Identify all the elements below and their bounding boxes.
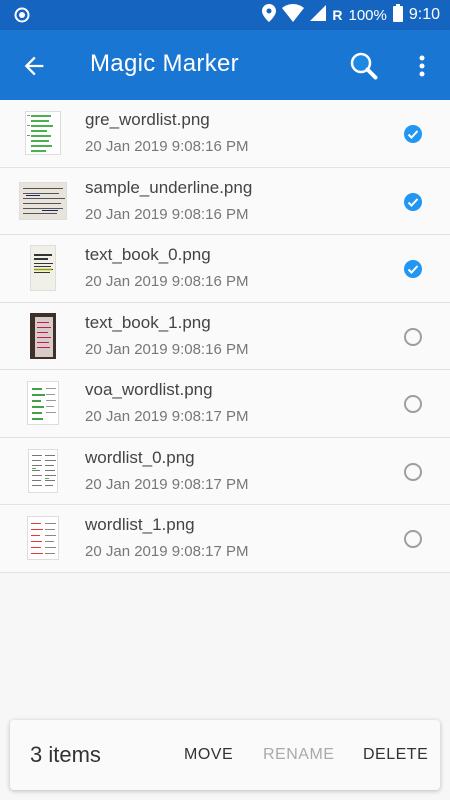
file-name: wordlist_0.png [85,447,195,467]
delete-button[interactable]: DELETE [363,746,428,764]
checked-icon[interactable] [403,124,423,144]
list-item[interactable]: wordlist_1.png 20 Jan 2019 9:08:17 PM [0,505,450,573]
thumbnail [18,109,68,157]
status-right: R 100% 9:10 [262,0,440,30]
thumbnail [18,244,68,292]
checked-icon[interactable] [403,259,423,279]
selected-count: 3 items [30,742,101,767]
file-date: 20 Jan 2019 9:08:16 PM [85,205,249,223]
clock: 9:10 [408,6,440,23]
list-item[interactable]: voa_wordlist.png 20 Jan 2019 9:08:17 PM [0,370,450,438]
move-button[interactable]: MOVE [184,746,233,764]
unchecked-icon[interactable] [403,529,423,549]
thumbnail [18,447,68,495]
list-item[interactable]: text_book_0.png 20 Jan 2019 9:08:16 PM [0,235,450,303]
file-date: 20 Jan 2019 9:08:16 PM [85,138,249,155]
status-bar: R 100% 9:10 [0,0,450,30]
file-name: text_book_0.png [85,245,211,264]
file-name: wordlist_1.png [85,515,195,534]
unchecked-icon[interactable] [403,327,423,347]
list-item[interactable]: gre_wordlist.png 20 Jan 2019 9:08:16 PM [0,100,450,168]
file-name: gre_wordlist.png [85,110,210,129]
location-icon [262,4,277,26]
list-item[interactable]: sample_underline.png 20 Jan 2019 9:08:16… [0,167,450,235]
file-name: text_book_1.png [85,312,211,332]
file-date: 20 Jan 2019 9:08:17 PM [85,475,249,493]
back-arrow-icon[interactable] [20,52,48,80]
battery-icon [392,4,403,26]
wifi-icon [282,4,305,26]
file-name: sample_underline.png [85,177,253,197]
app-bar: Magic Marker [0,30,450,100]
unchecked-icon[interactable] [403,462,423,482]
thumbnail [18,312,68,360]
search-icon[interactable] [348,50,380,82]
page-title: Magic Marker [90,50,239,77]
file-date: 20 Jan 2019 9:08:17 PM [85,408,249,425]
file-date: 20 Jan 2019 9:08:16 PM [85,273,249,290]
list-item[interactable]: text_book_1.png 20 Jan 2019 9:08:16 PM [0,302,450,370]
unchecked-icon[interactable] [403,394,423,414]
notification-dot-icon [14,7,30,28]
list-item[interactable]: wordlist_0.png 20 Jan 2019 9:08:17 PM [0,437,450,505]
thumbnail [18,514,68,562]
more-vertical-icon[interactable] [410,50,434,82]
thumbnail [18,379,68,427]
selection-action-bar: 3 items MOVE RENAME DELETE [10,720,440,790]
signal-icon [310,5,327,25]
checked-icon[interactable] [403,192,423,212]
file-date: 20 Jan 2019 9:08:17 PM [85,543,249,560]
file-date: 20 Jan 2019 9:08:16 PM [85,340,249,358]
battery-percent: 100% [348,6,387,24]
rename-button[interactable]: RENAME [263,746,334,764]
file-list: gre_wordlist.png 20 Jan 2019 9:08:16 PM … [0,100,450,573]
network-type-label: R [332,7,343,23]
file-name: voa_wordlist.png [85,380,213,399]
thumbnail [18,177,68,225]
